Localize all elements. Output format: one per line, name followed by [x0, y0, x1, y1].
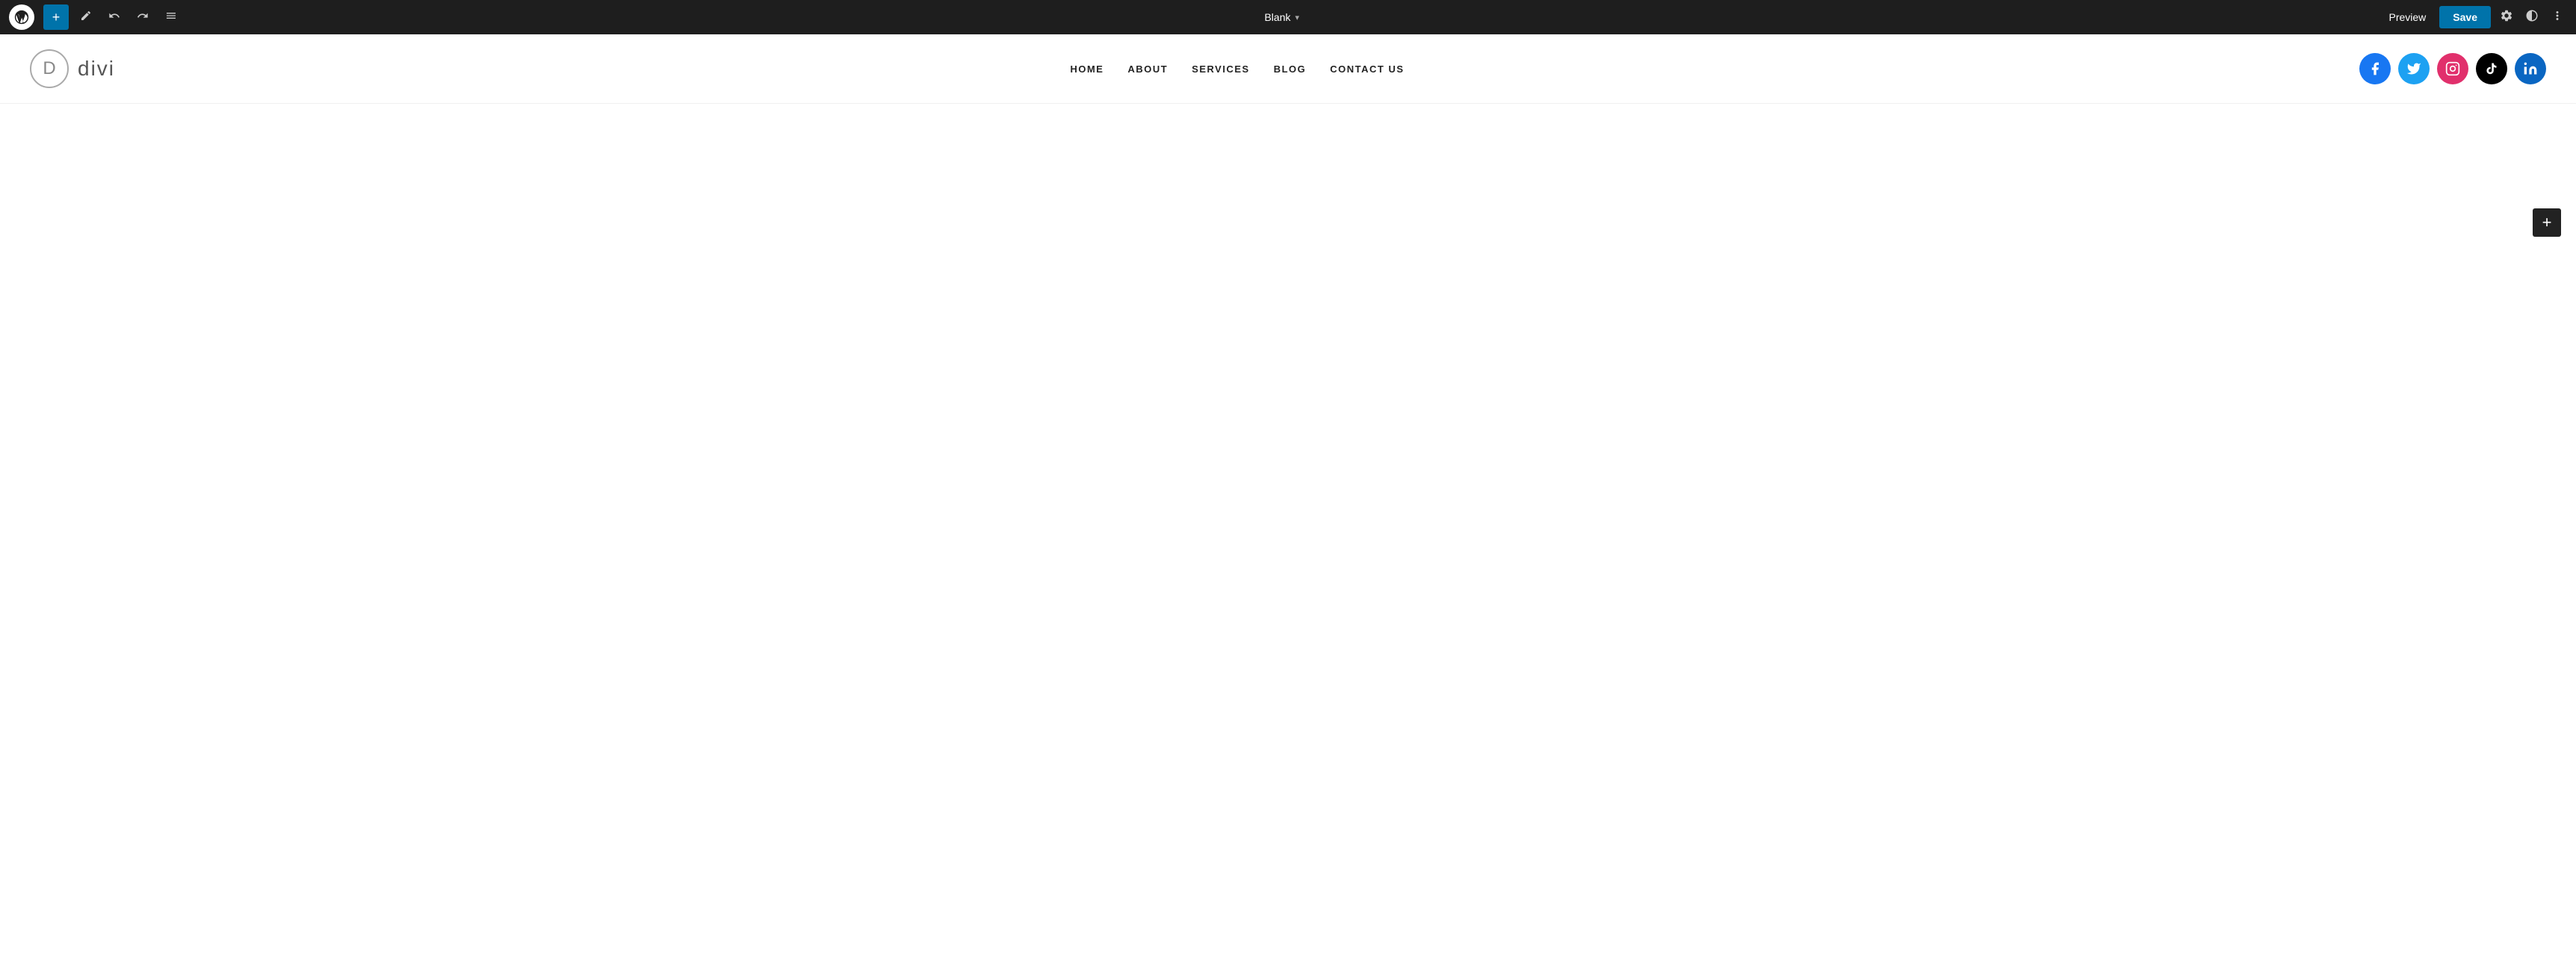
page-canvas: D divi HOME ABOUT SERVICES BLOG CONTACT …	[0, 34, 2576, 962]
more-icon	[2551, 10, 2564, 25]
facebook-icon[interactable]	[2359, 53, 2391, 84]
tiktok-icon[interactable]	[2476, 53, 2507, 84]
add-section-button[interactable]: +	[2533, 208, 2561, 237]
add-section-plus-icon: +	[2542, 214, 2552, 231]
toolbar-right: Preview Save	[2382, 6, 2568, 29]
instagram-icon[interactable]	[2437, 53, 2468, 84]
layout-button[interactable]	[160, 6, 182, 28]
contrast-icon	[2525, 10, 2539, 25]
nav-contact[interactable]: CONTACT US	[1330, 63, 1404, 75]
site-header: D divi HOME ABOUT SERVICES BLOG CONTACT …	[0, 34, 2576, 104]
settings-button[interactable]	[2497, 6, 2516, 29]
preview-button[interactable]: Preview	[2382, 7, 2434, 28]
nav-blog[interactable]: BLOG	[1274, 63, 1307, 75]
undo-button[interactable]	[103, 6, 126, 28]
edit-button[interactable]	[75, 6, 97, 28]
wp-logo	[9, 4, 34, 30]
contrast-button[interactable]	[2522, 6, 2542, 29]
site-logo: D divi	[30, 49, 115, 88]
save-button[interactable]: Save	[2439, 6, 2491, 28]
plus-icon: +	[52, 10, 61, 25]
undo-icon	[108, 10, 120, 25]
site-navigation: HOME ABOUT SERVICES BLOG CONTACT US	[1070, 63, 1404, 75]
gear-icon	[2500, 10, 2513, 25]
redo-button[interactable]	[131, 6, 154, 28]
nav-services[interactable]: SERVICES	[1192, 63, 1250, 75]
linkedin-icon[interactable]	[2515, 53, 2546, 84]
chevron-down-icon: ▾	[1295, 13, 1300, 22]
logo-circle: D	[30, 49, 69, 88]
add-button[interactable]: +	[43, 4, 69, 30]
toolbar: + Blank	[0, 0, 2576, 34]
nav-about[interactable]: ABOUT	[1127, 63, 1168, 75]
page-title-dropdown[interactable]: Blank ▾	[1264, 11, 1299, 23]
twitter-icon[interactable]	[2398, 53, 2430, 84]
list-icon	[165, 10, 177, 25]
pen-icon	[80, 10, 92, 25]
logo-text: divi	[78, 57, 115, 81]
canvas-body: +	[0, 104, 2576, 477]
more-options-button[interactable]	[2548, 6, 2567, 29]
redo-icon	[137, 10, 149, 25]
nav-home[interactable]: HOME	[1070, 63, 1103, 75]
page-title-label: Blank	[1264, 11, 1290, 23]
social-icons	[2359, 53, 2546, 84]
